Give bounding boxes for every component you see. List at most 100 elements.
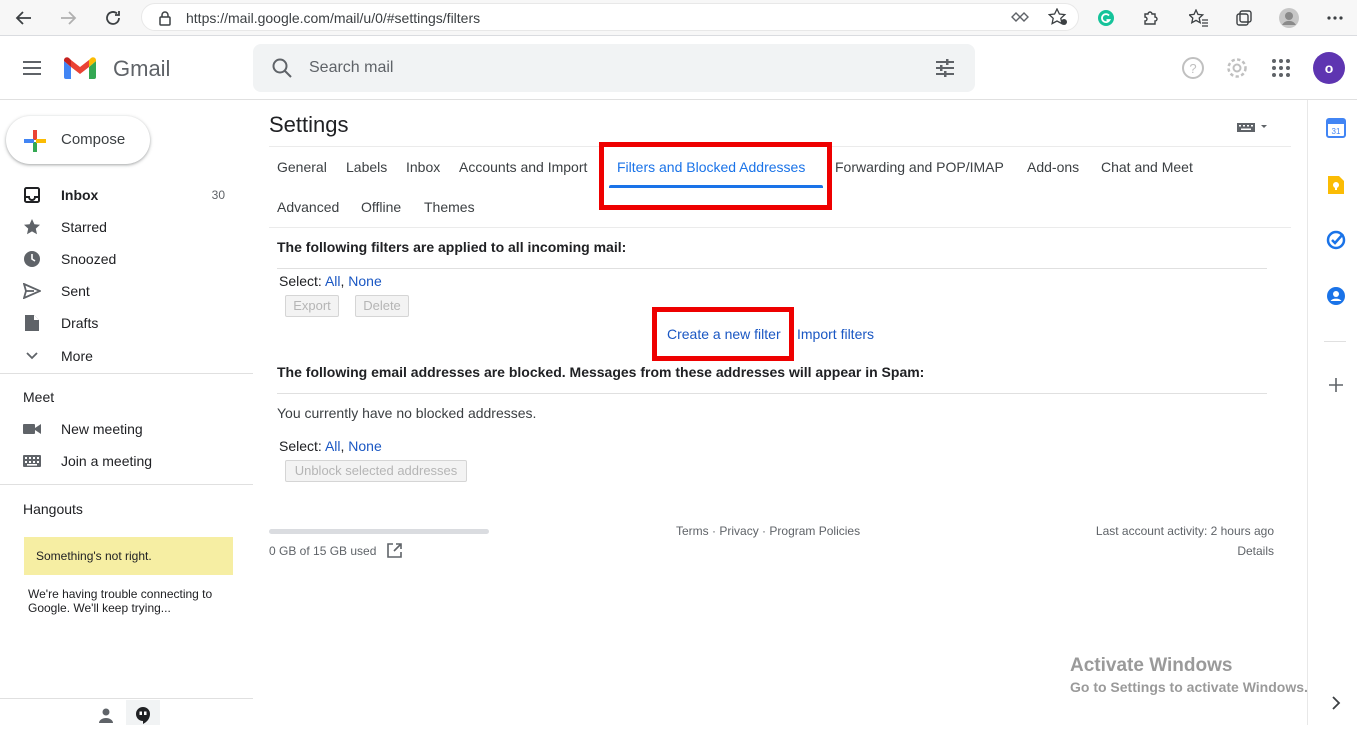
hangouts-error-title: Something's not right. [36,549,152,563]
favorite-star-icon[interactable] [1047,7,1068,31]
tab-general[interactable]: General [277,159,327,175]
forward-icon[interactable] [56,6,80,30]
sidebar-item-label: Join a meeting [61,453,153,469]
tab-chat-and-meet[interactable]: Chat and Meet [1101,159,1193,175]
lock-icon[interactable] [158,10,172,31]
unblock-selected-button[interactable]: Unblock selected addresses [285,460,467,482]
tab-forwarding-and-pop-imap[interactable]: Forwarding and POP/IMAP [835,159,1004,175]
tab-inbox[interactable]: Inbox [406,159,440,175]
chevron-right-icon[interactable] [1326,693,1346,713]
search-icon[interactable] [271,57,293,84]
sidebar-item-more[interactable]: More [0,340,253,372]
tasks-icon[interactable] [1326,230,1346,250]
gmail-header: Gmail ? o [0,36,1357,100]
sidebar-item-label: More [61,348,93,364]
highlight-box-tab [599,142,832,210]
sidebar-item-label: Snoozed [61,251,117,267]
search-input[interactable] [309,56,909,80]
grammarly-icon[interactable] [1094,6,1118,30]
settings-gear-icon[interactable] [1225,56,1249,85]
calendar-icon[interactable]: 31 [1326,118,1346,138]
settings-panel: Settings General Labels Inbox Accounts a… [253,100,1308,725]
select-none-link[interactable]: None [348,438,381,454]
sidebar-item-label: Sent [61,283,90,299]
url-text[interactable]: https://mail.google.com/mail/u/0/#settin… [186,10,480,26]
more-menu-icon[interactable] [1323,6,1347,30]
keep-icon[interactable] [1326,175,1346,195]
gmail-wordmark[interactable]: Gmail [113,56,170,82]
select-all-link[interactable]: All [325,438,341,454]
tab-themes[interactable]: Themes [424,199,475,215]
star-icon [22,217,42,237]
hangouts-tab[interactable] [126,700,160,725]
collections-icon[interactable] [1232,6,1256,30]
reload-icon[interactable] [101,6,125,30]
add-addon-plus-icon[interactable] [1326,375,1346,395]
filters-select-row: Select: All, None [279,273,382,289]
delete-button[interactable]: Delete [355,295,409,317]
main-menu-icon[interactable] [20,56,44,85]
back-icon[interactable] [12,6,36,30]
svg-text:?: ? [1189,61,1196,76]
input-tools-keyboard-icon[interactable] [1237,119,1267,137]
rail-divider [1324,341,1346,342]
profile-icon[interactable] [1277,6,1301,30]
export-button[interactable]: Export [285,295,339,317]
contacts-icon[interactable] [1326,286,1346,306]
tab-labels[interactable]: Labels [346,159,387,175]
send-icon [22,281,42,301]
open-storage-icon[interactable] [387,543,402,563]
search-bar[interactable] [253,44,975,92]
favorites-icon[interactable] [1187,6,1211,30]
browser-toolbar: https://mail.google.com/mail/u/0/#settin… [0,0,1357,36]
footer-separator: · [762,524,767,538]
sidebar-item-sent[interactable]: Sent [0,275,253,307]
tab-accounts-and-import[interactable]: Accounts and Import [459,159,600,175]
apps-grid-icon[interactable] [1270,57,1292,84]
sidebar-item-inbox[interactable]: Inbox 30 [0,179,253,211]
keyboard-icon [22,451,42,471]
storage-text: 0 GB of 15 GB used [269,544,377,558]
select-none-link[interactable]: None [348,273,381,289]
sidebar-item-new-meeting[interactable]: New meeting [0,413,253,445]
privacy-link[interactable]: Privacy [719,524,758,538]
compose-button[interactable]: Compose [6,116,150,164]
blocked-heading: The following email addresses are blocke… [277,364,925,380]
read-aloud-icon[interactable] [1010,9,1030,30]
sidebar-item-drafts[interactable]: Drafts [0,307,253,339]
sidebar-divider [0,484,253,485]
tab-offline[interactable]: Offline [361,199,401,215]
sidebar-divider [0,698,253,699]
terms-link[interactable]: Terms [676,524,709,538]
program-policies-link[interactable]: Program Policies [769,524,860,538]
tab-add-ons[interactable]: Add-ons [1027,159,1079,175]
sidebar: Compose Inbox 30 Starred Snoozed Sent Dr… [0,100,253,725]
address-bar[interactable]: https://mail.google.com/mail/u/0/#settin… [141,3,1079,31]
details-link[interactable]: Details [1237,544,1274,558]
footer-separator: · [712,524,717,538]
search-options-icon[interactable] [934,57,956,84]
account-avatar[interactable]: o [1313,52,1345,84]
import-filters-link[interactable]: Import filters [797,326,874,342]
video-icon [22,419,42,439]
last-activity-text: Last account activity: 2 hours ago [1095,524,1274,538]
sidebar-item-join-meeting[interactable]: Join a meeting [0,445,253,477]
filters-divider [277,268,1267,269]
clock-icon [22,249,42,269]
watermark-title: Activate Windows [1070,655,1233,676]
select-all-link[interactable]: All [325,273,341,289]
hangouts-heading: Hangouts [23,501,83,517]
select-label: Select: [279,273,322,289]
blocked-select-row: Select: All, None [279,438,382,454]
draft-icon [22,313,42,333]
meet-heading: Meet [23,389,55,405]
help-icon[interactable]: ? [1181,56,1205,85]
sidebar-item-label: Starred [61,219,107,235]
extensions-icon[interactable] [1138,6,1162,30]
inbox-icon [22,185,42,205]
tab-advanced[interactable]: Advanced [277,199,339,215]
sidebar-item-label: Inbox [61,187,99,203]
sidebar-item-starred[interactable]: Starred [0,211,253,243]
sidebar-item-snoozed[interactable]: Snoozed [0,243,253,275]
gmail-logo-icon[interactable] [62,55,98,87]
